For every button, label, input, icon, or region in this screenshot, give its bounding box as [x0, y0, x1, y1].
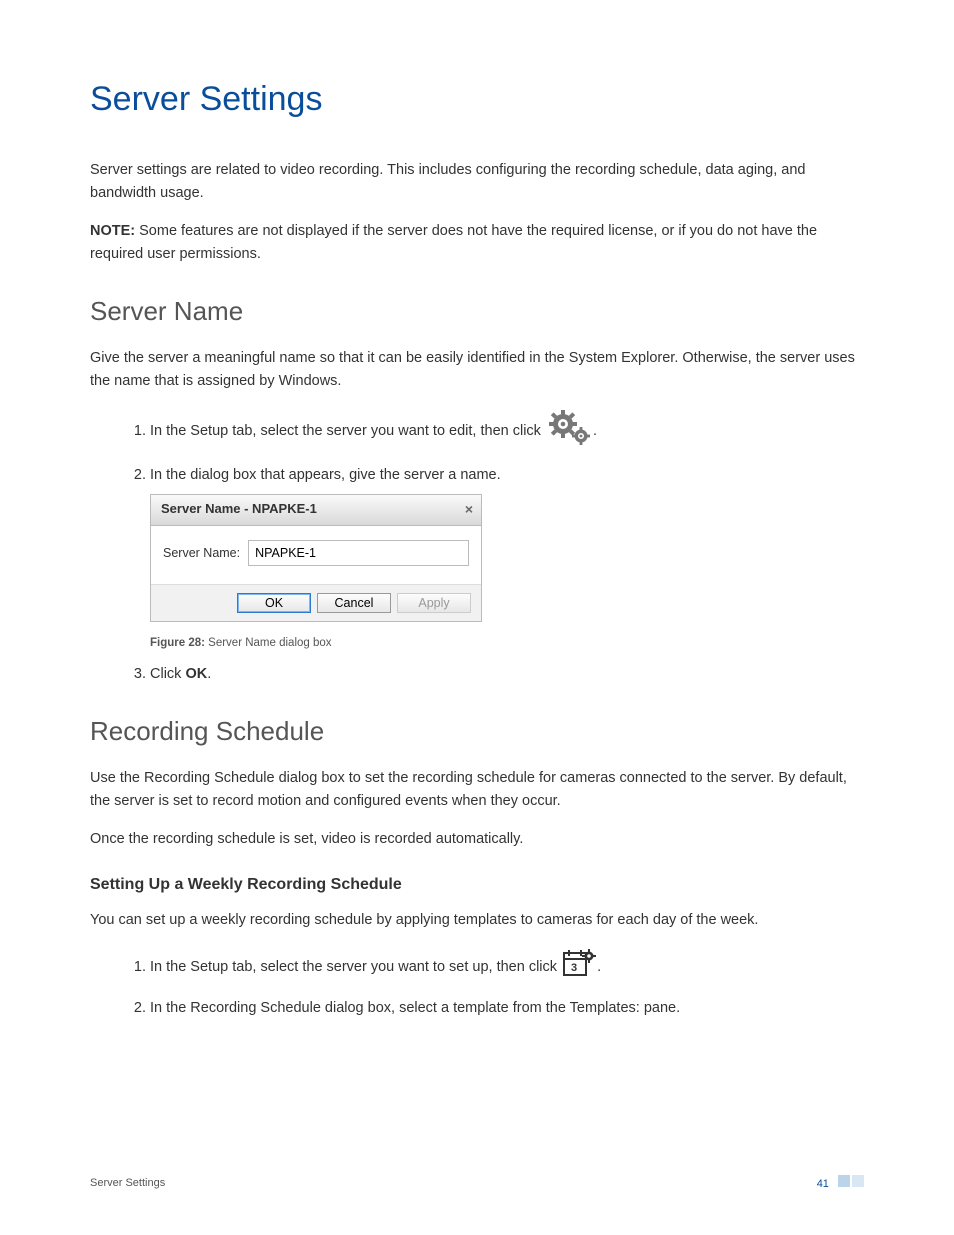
apply-button[interactable]: Apply: [397, 593, 471, 613]
server-name-step-3: Click OK.: [150, 663, 864, 686]
server-name-input[interactable]: [248, 540, 469, 566]
figure-text: Server Name dialog box: [205, 637, 332, 649]
step1-end: .: [593, 423, 597, 439]
server-name-step-2: In the dialog box that appears, give the…: [150, 464, 864, 652]
page-number: 41: [817, 1178, 829, 1190]
section-server-name-title: Server Name: [90, 296, 864, 327]
step2-text: In the dialog box that appears, give the…: [150, 467, 501, 483]
subsection-weekly-title: Setting Up a Weekly Recording Schedule: [90, 876, 864, 894]
intro-paragraph: Server settings are related to video rec…: [90, 159, 864, 205]
note-label: NOTE:: [90, 223, 135, 239]
recording-p1: Use the Recording Schedule dialog box to…: [90, 767, 864, 813]
section-recording-schedule-title: Recording Schedule: [90, 716, 864, 747]
dialog-title: Server Name - NPAPKE-1: [161, 499, 317, 520]
footer-left: Server Settings: [90, 1177, 165, 1189]
figure-caption: Figure 28: Server Name dialog box: [150, 634, 864, 652]
rstep1-end: .: [597, 959, 601, 975]
recording-p2: Once the recording schedule is set, vide…: [90, 828, 864, 851]
close-icon[interactable]: ×: [465, 502, 473, 516]
step3-c: .: [207, 666, 211, 682]
step1-text: In the Setup tab, select the server you …: [150, 423, 545, 439]
cancel-button[interactable]: Cancel: [317, 593, 391, 613]
note-text: Some features are not displayed if the s…: [90, 223, 817, 262]
server-name-field-label: Server Name:: [163, 543, 240, 563]
step3-a: Click: [150, 666, 185, 682]
server-name-dialog: Server Name - NPAPKE-1 × Server Name: OK…: [150, 494, 482, 623]
step3-b: OK: [185, 666, 207, 682]
weekly-p: You can set up a weekly recording schedu…: [90, 909, 864, 932]
page-title: Server Settings: [90, 80, 864, 119]
svg-text:3: 3: [571, 962, 577, 974]
footer-marks: [838, 1175, 864, 1187]
ok-button[interactable]: OK: [237, 593, 311, 613]
server-name-desc: Give the server a meaningful name so tha…: [90, 347, 864, 393]
rstep1-text: In the Setup tab, select the server you …: [150, 959, 561, 975]
note-paragraph: NOTE: Some features are not displayed if…: [90, 220, 864, 266]
gear-icon[interactable]: [545, 408, 593, 454]
server-name-step-1: In the Setup tab, select the server you …: [150, 408, 864, 454]
recording-step-2: In the Recording Schedule dialog box, se…: [150, 997, 864, 1020]
recording-step-1: In the Setup tab, select the server you …: [150, 947, 864, 987]
calendar-gear-icon[interactable]: 3: [561, 947, 597, 987]
figure-label: Figure 28:: [150, 637, 205, 649]
